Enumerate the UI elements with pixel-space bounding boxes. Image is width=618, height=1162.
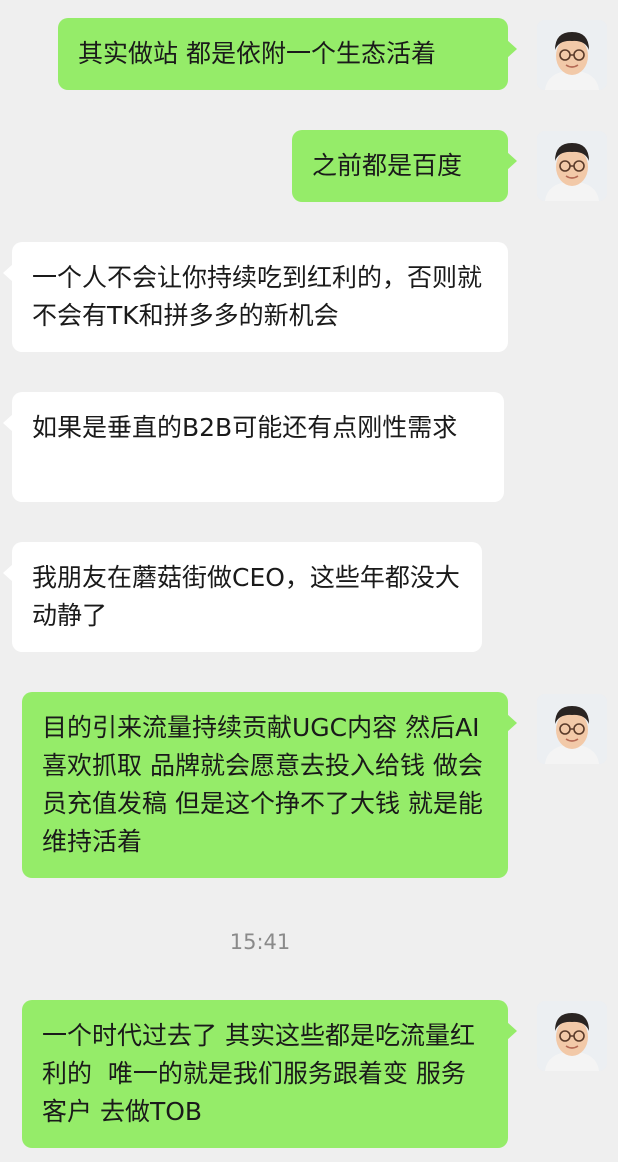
user-avatar-icon <box>537 20 607 90</box>
message-bubble-outgoing[interactable]: 目的引来流量持续贡献UGC内容 然后AI喜欢抓取 品牌就会愿意去投入给钱 做会员… <box>22 692 517 878</box>
user-avatar-icon <box>537 131 607 201</box>
user-avatar-icon <box>537 1001 607 1071</box>
message-bubble-outgoing[interactable]: 一个时代过去了 其实这些都是吃流量红利的 唯一的就是我们服务跟着变 服务客户 去… <box>22 1000 517 1148</box>
user-avatar-icon <box>537 694 607 764</box>
timestamp: 15:41 <box>229 930 291 954</box>
message-bubble-incoming[interactable]: 如果是垂直的B2B可能还有点刚性需求 <box>3 392 504 502</box>
avatar[interactable] <box>537 131 607 201</box>
message-bubble-incoming[interactable]: 一个人不会让你持续吃到红利的，否则就不会有TK和拼多多的新机会 <box>3 242 508 352</box>
avatar[interactable] <box>537 20 607 90</box>
avatar[interactable] <box>537 1001 607 1071</box>
message-bubble-incoming[interactable]: 我朋友在蘑菇街做CEO，这些年都没大动静了 <box>3 542 482 652</box>
avatar[interactable] <box>537 694 607 764</box>
message-bubble-outgoing[interactable]: 其实做站 都是依附一个生态活着 <box>58 18 517 90</box>
message-bubble-outgoing[interactable]: 之前都是百度 <box>292 130 517 202</box>
